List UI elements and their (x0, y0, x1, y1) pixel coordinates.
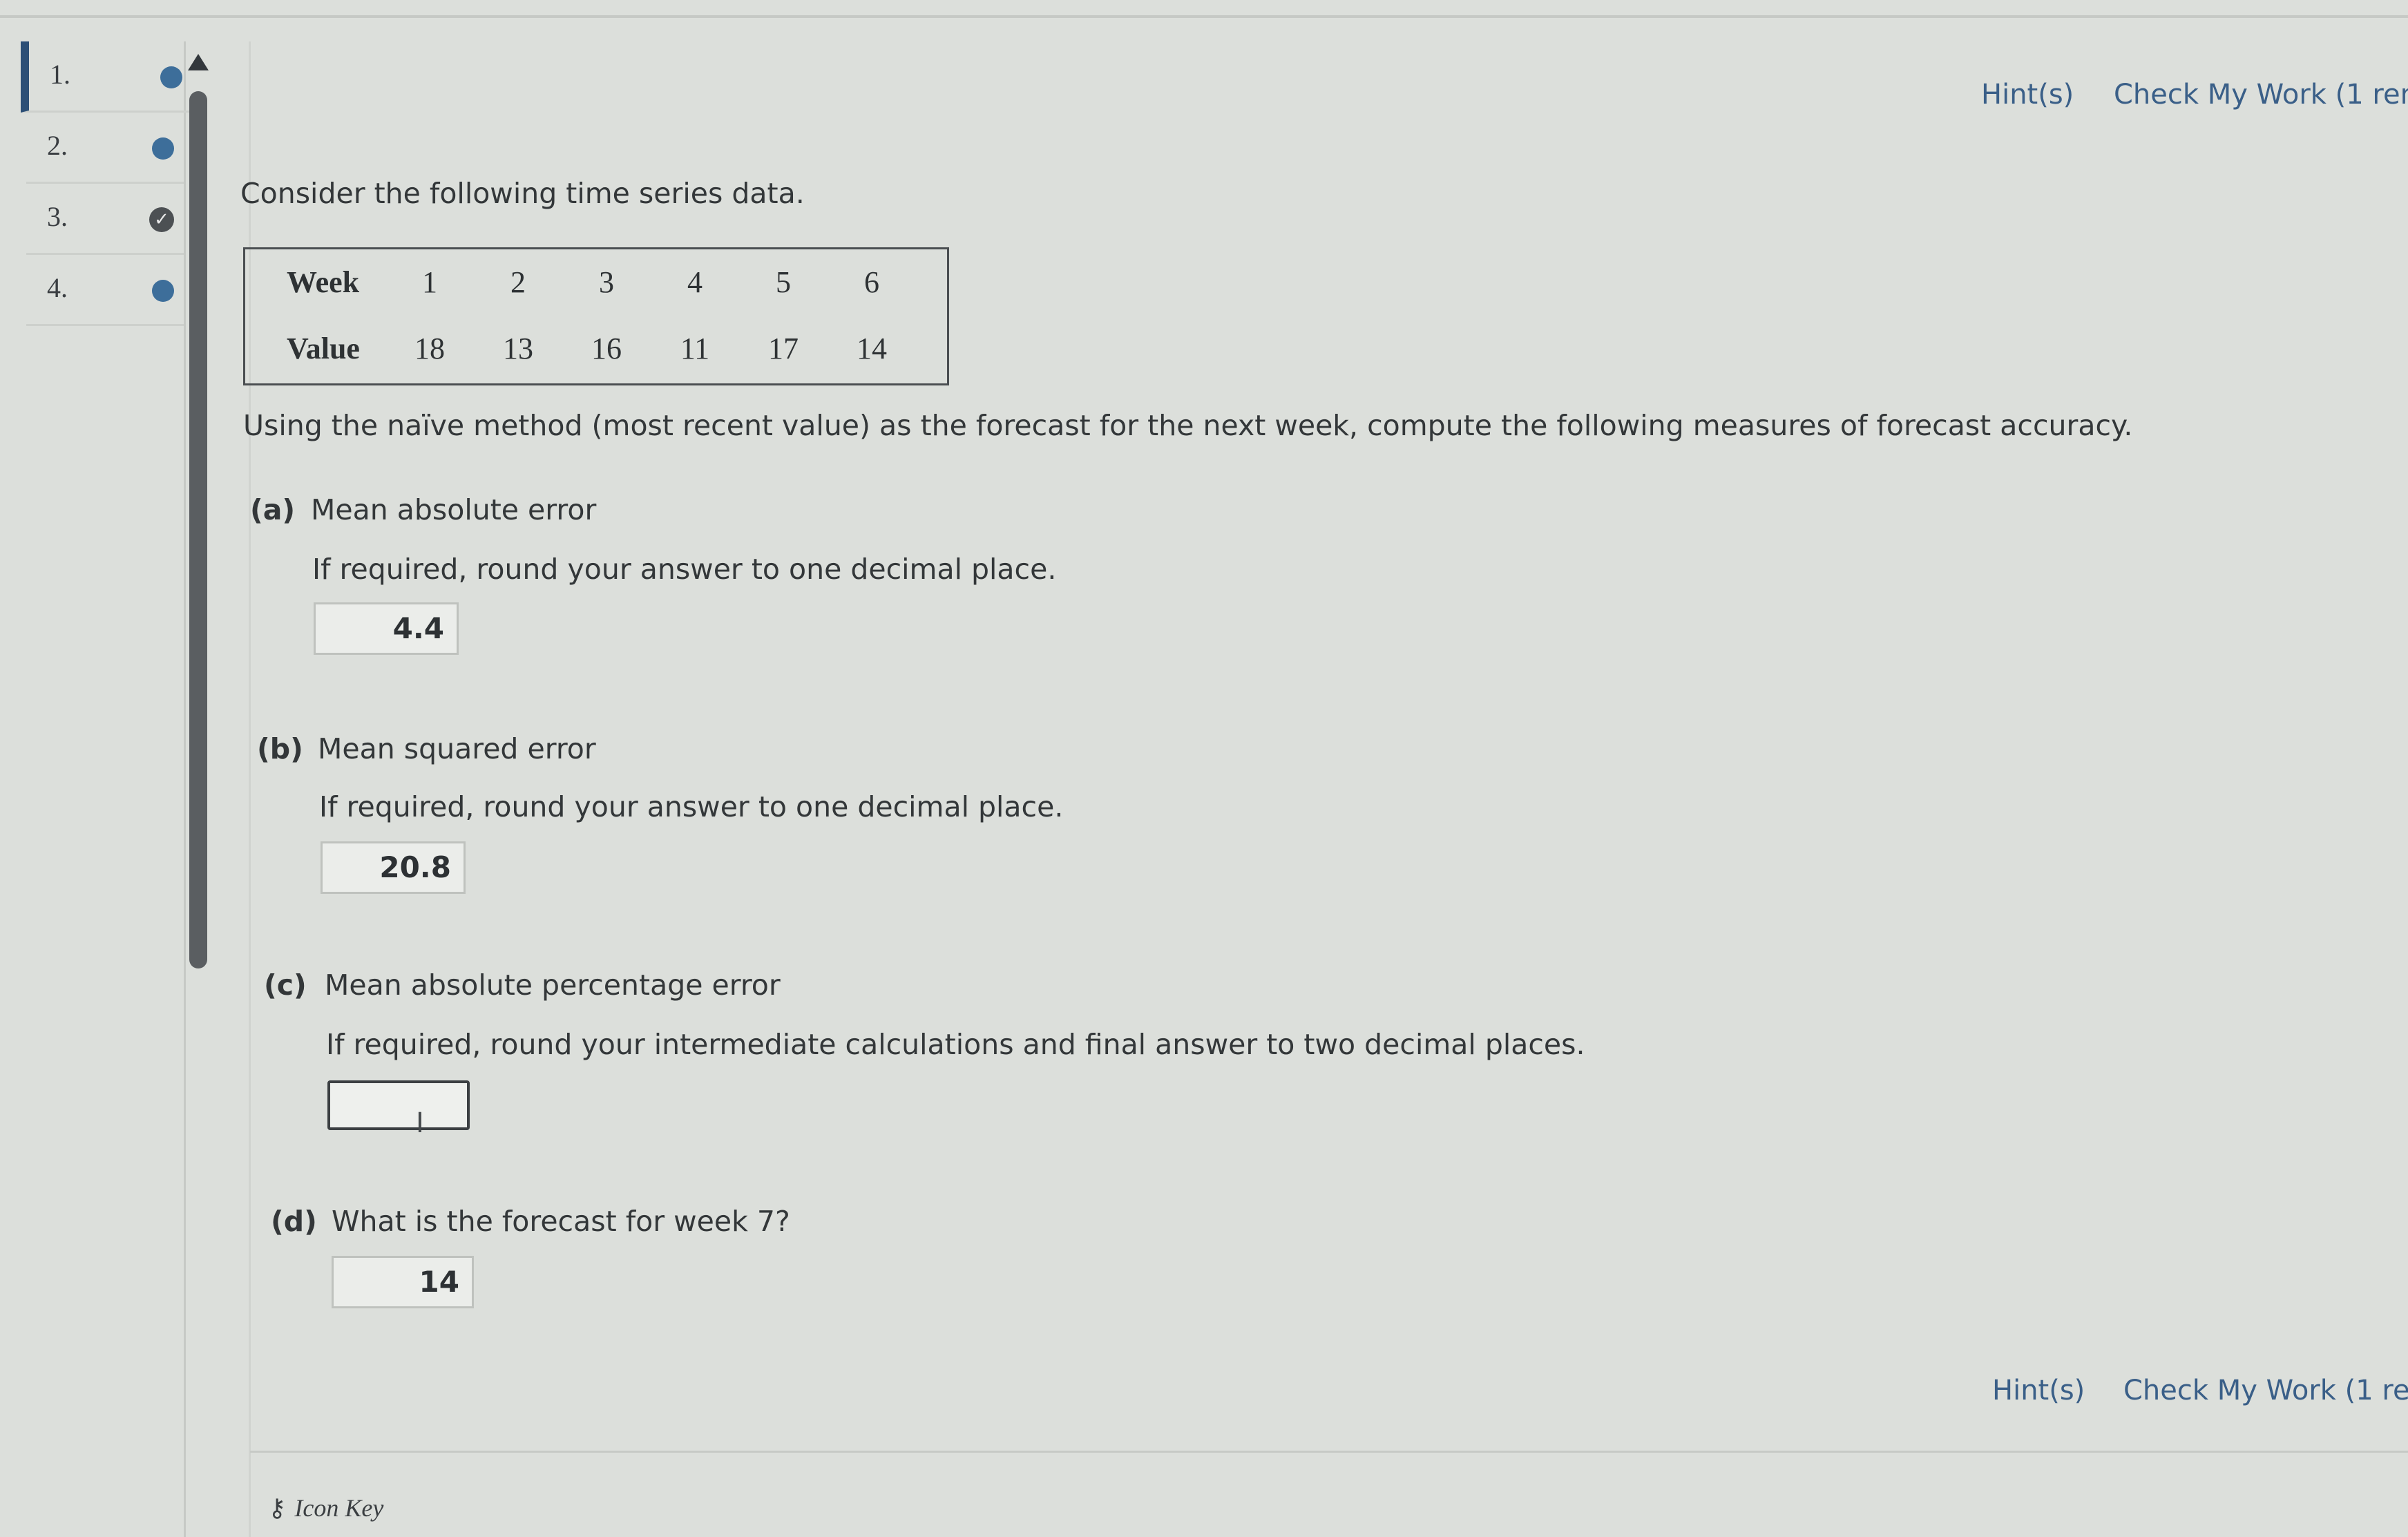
part-c-answer-field[interactable] (327, 1080, 470, 1130)
table-cell: 11 (680, 332, 710, 365)
table-cell: 3 (599, 265, 614, 299)
part-d-title: What is the forecast for week 7? (332, 1205, 790, 1238)
part-a-note: If required, round your answer to one de… (312, 553, 1057, 586)
table-cell: 14 (857, 332, 887, 365)
part-d-letter: (d) (271, 1205, 317, 1238)
key-icon: ⚷ (268, 1494, 287, 1522)
question-instruction: Using the naïve method (most recent valu… (243, 409, 2133, 442)
part-b-letter: (b) (257, 732, 303, 765)
part-d-answer-field[interactable]: 14 (332, 1256, 474, 1308)
nav-item-4[interactable]: 4. (26, 255, 184, 326)
top-divider (0, 15, 2408, 18)
check-icon: ✓ (149, 207, 174, 232)
part-c-letter: (c) (264, 968, 307, 1002)
table-cell: 17 (768, 332, 799, 365)
nav-item-1[interactable]: 1. (21, 41, 192, 113)
part-c-title: Mean absolute percentage error (325, 968, 781, 1002)
table-cell: 4 (687, 265, 703, 299)
table-cell: 18 (414, 332, 445, 365)
part-b-note: If required, round your answer to one de… (319, 790, 1064, 823)
nav-item-3[interactable]: 3. ✓ (26, 184, 184, 255)
table-cell: 1 (422, 265, 437, 299)
icon-key-button[interactable]: ⚷ Icon Key (268, 1493, 383, 1522)
page: 1. 2. 3. ✓ 4. Hint(s) Check My Work (1 r… (0, 0, 2408, 1537)
footer-divider (250, 1451, 2408, 1453)
part-a-title: Mean absolute error (311, 493, 597, 526)
table-cell: 13 (503, 332, 533, 365)
hints-link-bottom[interactable]: Hint(s) (1992, 1375, 2085, 1406)
check-my-work-link-bottom[interactable]: Check My Work (1 rer (2123, 1375, 2408, 1406)
table-cell: 6 (864, 265, 879, 299)
check-my-work-link[interactable]: Check My Work (1 ren (2114, 79, 2408, 111)
text-cursor-icon: I (416, 1107, 424, 1139)
scroll-up-icon[interactable] (188, 54, 209, 70)
table-cell: 16 (591, 332, 622, 365)
status-dot-icon (152, 280, 174, 302)
table-row-label-value: Value (287, 332, 360, 365)
icon-key-label: Icon Key (294, 1494, 384, 1522)
scrollbar-thumb[interactable] (189, 91, 207, 968)
status-dot-icon (160, 66, 182, 88)
status-dot-icon (152, 137, 174, 160)
part-b-title: Mean squared error (318, 732, 596, 765)
table-row-label-week: Week (287, 265, 360, 299)
nav-item-label: 1. (50, 59, 70, 90)
table-cell: 5 (776, 265, 791, 299)
nav-item-label: 3. (47, 201, 68, 232)
part-a-answer-field[interactable]: 4.4 (314, 602, 459, 655)
hints-link[interactable]: Hint(s) (1981, 79, 2074, 111)
table-cell: 2 (510, 265, 526, 299)
nav-item-label: 4. (47, 272, 68, 303)
time-series-table: Week 1 2 3 4 5 6 Value 18 13 16 11 17 14 (243, 247, 949, 385)
nav-item-2[interactable]: 2. (26, 113, 184, 184)
part-c-note: If required, round your intermediate cal… (326, 1028, 1585, 1061)
nav-item-label: 2. (47, 130, 68, 161)
part-b-answer-field[interactable]: 20.8 (321, 841, 466, 894)
part-a-letter: (a) (250, 493, 296, 526)
question-intro: Consider the following time series data. (240, 177, 805, 210)
question-nav: 1. 2. 3. ✓ 4. (21, 41, 192, 1537)
